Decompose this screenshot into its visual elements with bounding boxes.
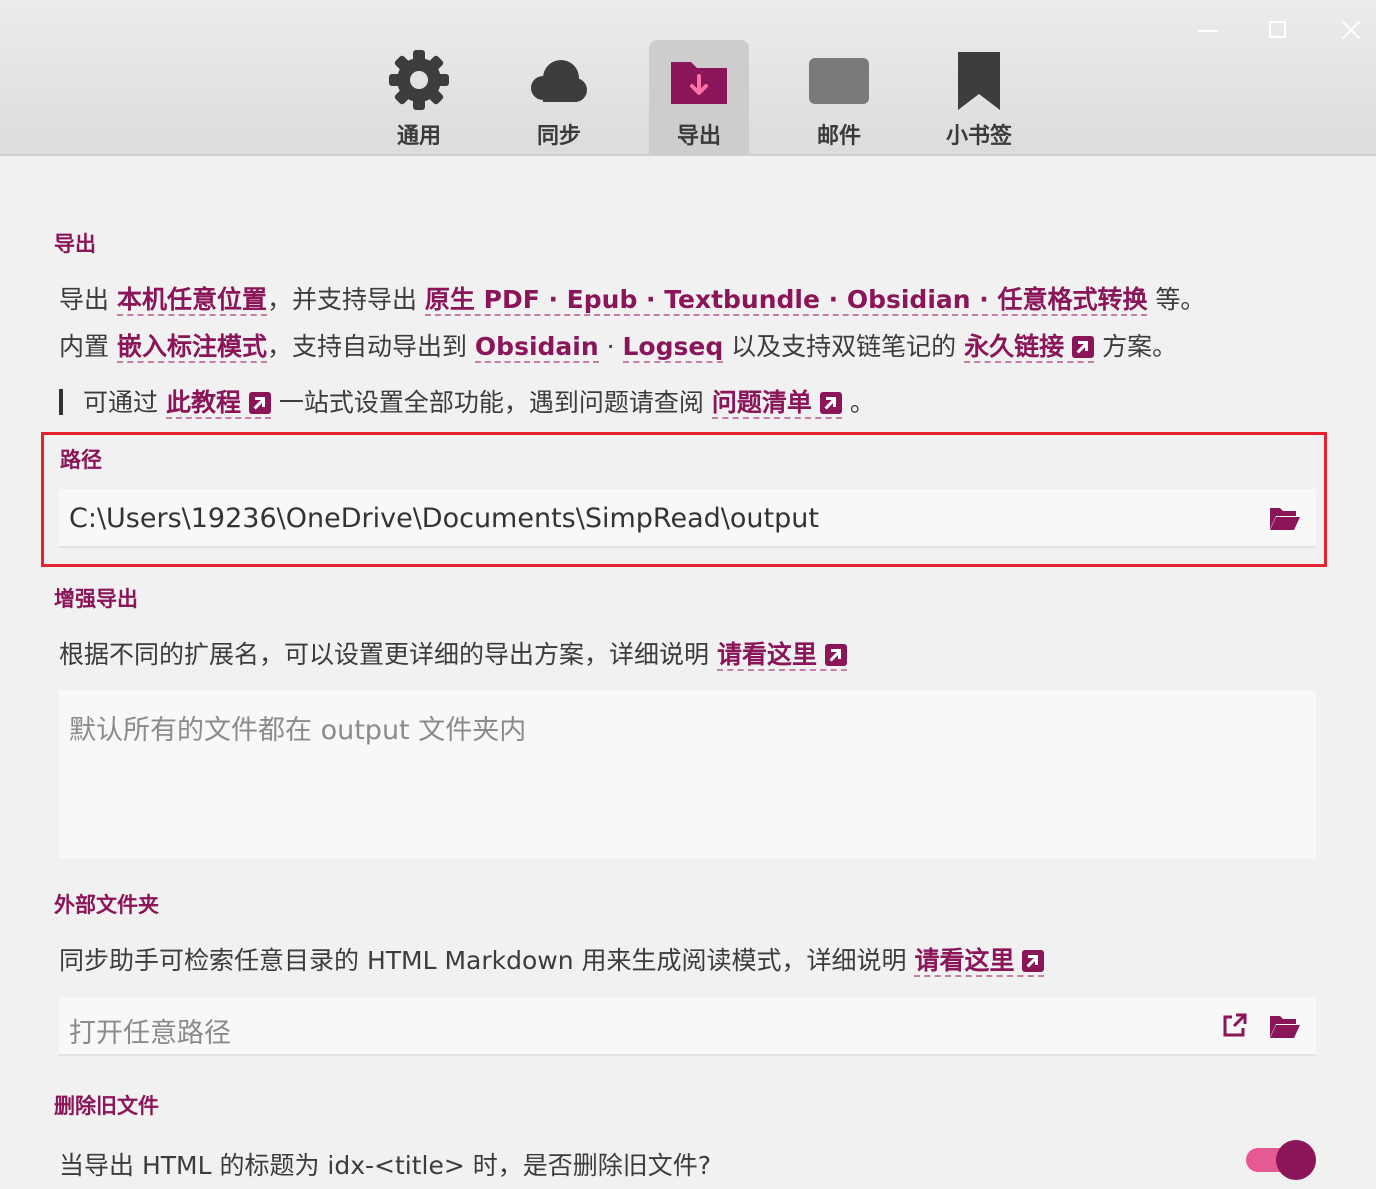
tab-sync[interactable]: 同步 (509, 40, 609, 154)
link-tutorial[interactable]: 此教程 (165, 388, 271, 419)
external-link-icon (824, 644, 847, 666)
external-link-icon (819, 392, 842, 414)
gear-icon (389, 48, 449, 116)
quote-bar (59, 389, 63, 415)
tab-mail-label: 邮件 (816, 124, 861, 149)
section-title-path: 路径 (60, 448, 102, 472)
tab-bookmarklet-label: 小书签 (945, 124, 1012, 149)
section-title-enhanced-export: 增强导出 (54, 587, 138, 611)
external-link-icon (1022, 950, 1045, 972)
path-field[interactable]: C:\Users\19236\OneDrive\Documents\SimpRe… (59, 489, 1316, 548)
cloud-icon (527, 48, 591, 116)
settings-window: 通用 同步 导出 邮件 小书签 导出 导出 本机任意位置，并支持导出 原生 PD… (0, 0, 1376, 1189)
delete-old-toggle[interactable] (1246, 1140, 1316, 1180)
tab-sync-label: 同步 (536, 124, 581, 149)
delete-old-desc: 当导出 HTML 的标题为 idx-<title> 时，是否删除旧文件? (59, 1151, 712, 1180)
external-link-icon (1072, 336, 1095, 358)
section-title-export: 导出 (54, 232, 96, 256)
enhanced-export-placeholder: 默认所有的文件都在 output 文件夹内 (69, 715, 527, 746)
external-desc: 同步助手可检索任意目录的 HTML Markdown 用来生成阅读模式，详细说明… (59, 941, 1045, 977)
tab-export-label: 导出 (676, 124, 721, 149)
maximize-button[interactable] (1258, 14, 1298, 46)
export-desc-line1: 导出 本机任意位置，并支持导出 原生 PDF · Epub · Textbund… (59, 285, 1206, 316)
section-title-delete-old: 删除旧文件 (54, 1094, 159, 1118)
path-value: C:\Users\19236\OneDrive\Documents\SimpRe… (69, 503, 819, 534)
toolbar: 通用 同步 导出 邮件 小书签 (0, 0, 1376, 156)
link-logseq[interactable]: Logseq (622, 332, 724, 363)
bookmark-icon (954, 48, 1004, 116)
tab-bookmarklet[interactable]: 小书签 (929, 40, 1029, 154)
link-see-here[interactable]: 请看这里 (716, 640, 847, 671)
minimize-button[interactable] (1188, 14, 1228, 46)
link-permalink[interactable]: 永久链接 (964, 332, 1095, 363)
section-title-external-folder: 外部文件夹 (54, 893, 159, 917)
external-link-icon (248, 392, 271, 414)
mail-icon (808, 48, 870, 116)
link-annotation-mode[interactable]: 嵌入标注模式 (116, 332, 267, 363)
link-export-formats[interactable]: 原生 PDF · Epub · Textbundle · Obsidian · … (424, 285, 1148, 316)
folder-download-icon (669, 48, 729, 116)
toggle-knob (1276, 1140, 1316, 1180)
tab-export[interactable]: 导出 (649, 40, 749, 154)
link-local-location[interactable]: 本机任意位置 (116, 285, 267, 316)
open-external-icon[interactable] (1221, 1013, 1249, 1039)
folder-open-icon[interactable] (1269, 505, 1303, 531)
link-faq[interactable]: 问题清单 (711, 388, 842, 419)
tab-mail[interactable]: 邮件 (789, 40, 889, 154)
link-see-here[interactable]: 请看这里 (914, 946, 1045, 977)
enhanced-desc: 根据不同的扩展名，可以设置更详细的导出方案，详细说明 请看这里 (59, 635, 847, 671)
external-folder-field[interactable]: 打开任意路径 (59, 997, 1316, 1056)
enhanced-export-textarea[interactable]: 默认所有的文件都在 output 文件夹内 (59, 690, 1316, 858)
tab-general[interactable]: 通用 (369, 40, 469, 154)
folder-open-icon[interactable] (1269, 1013, 1303, 1039)
close-button[interactable] (1330, 14, 1370, 46)
external-folder-placeholder: 打开任意路径 (69, 1018, 231, 1049)
link-obsidain[interactable]: Obsidain (474, 332, 599, 363)
export-desc-line3: 可通过 此教程 一站式设置全部功能，遇到问题请查阅 问题清单 。 (59, 383, 875, 419)
export-desc-line2: 内置 嵌入标注模式，支持自动导出到 Obsidain · Logseq 以及支持… (59, 332, 1178, 363)
tab-general-label: 通用 (396, 124, 441, 149)
